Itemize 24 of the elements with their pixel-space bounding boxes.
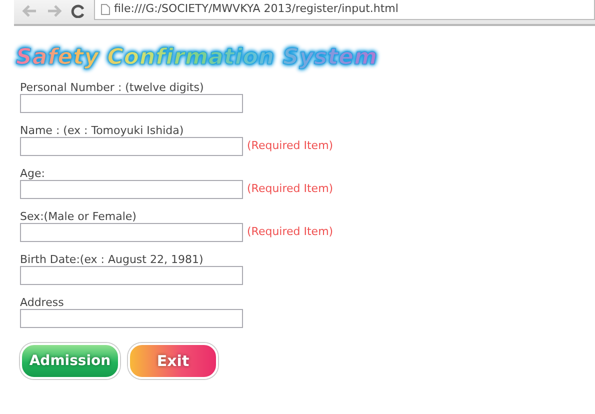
address-bar[interactable]: file:///G:/SOCIETY/MWVKYA 2013/register/input.html (94, 0, 595, 20)
page-icon (101, 4, 110, 15)
reload-icon[interactable] (70, 4, 86, 18)
required-note: (Required Item) (247, 224, 334, 240)
admission-button[interactable]: Admission (20, 343, 120, 379)
input-field[interactable] (20, 180, 243, 199)
input-field[interactable] (20, 309, 243, 328)
field-label: Personal Number : (twelve digits) (20, 81, 205, 94)
required-note: (Required Item) (247, 138, 334, 154)
back-icon[interactable] (22, 4, 38, 18)
forward-icon[interactable] (46, 4, 62, 18)
field-label: Sex:(Male or Female) (20, 210, 138, 223)
url-text: file:///G:/SOCIETY/MWVKYA 2013/register/input.html (114, 1, 398, 18)
input-field[interactable] (20, 266, 243, 285)
logo-title: Safety Confirmation System (16, 45, 378, 70)
input-field[interactable] (20, 137, 243, 156)
input-field[interactable] (20, 94, 243, 113)
input-field[interactable] (20, 223, 243, 242)
exit-button[interactable]: Exit (128, 343, 218, 379)
field-label: Address (20, 296, 65, 309)
field-label: Birth Date:(ex : August 22, 1981) (20, 253, 204, 266)
field-label: Name : (ex : Tomoyuki Ishida) (20, 124, 185, 137)
field-label: Age: (20, 167, 46, 180)
required-note: (Required Item) (247, 181, 334, 198)
